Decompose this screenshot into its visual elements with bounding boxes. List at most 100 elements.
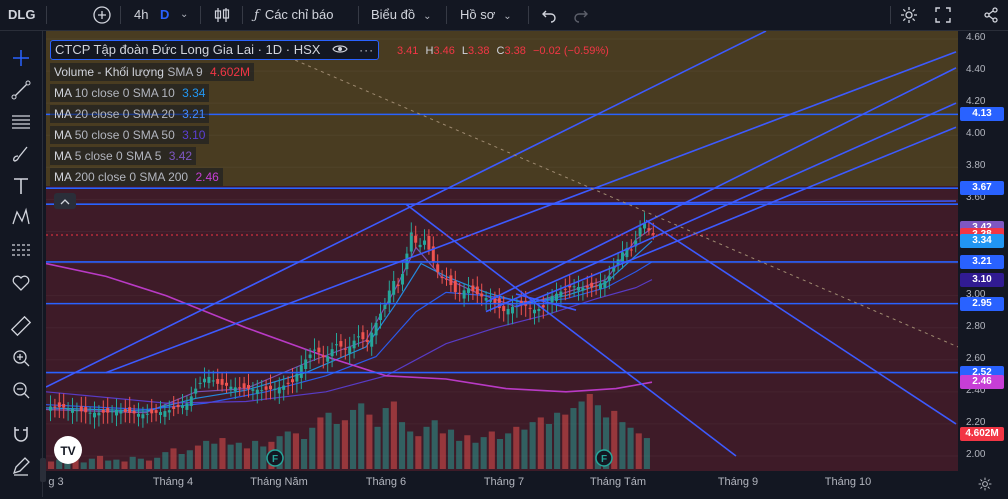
earnings-marker[interactable]: F bbox=[266, 449, 284, 467]
interval-dropdown-icon[interactable]: ⌄ bbox=[180, 0, 188, 30]
candle-body bbox=[383, 304, 387, 309]
price-axis[interactable]: 4.60 4.40 4.20 4.00 3.80 3.60 3.00 2.80 2.60 2.40… bbox=[958, 31, 1008, 471]
volume-bar bbox=[350, 409, 357, 469]
volume-bar bbox=[578, 401, 585, 469]
candle-body bbox=[211, 380, 215, 382]
pattern-tool[interactable] bbox=[6, 205, 36, 231]
volume-bar bbox=[170, 448, 177, 469]
volume-bar bbox=[472, 442, 479, 469]
earnings-marker[interactable]: F bbox=[595, 449, 613, 467]
candle-body bbox=[550, 296, 554, 303]
time-label: Tháng Năm bbox=[250, 476, 308, 488]
volume-bar bbox=[80, 462, 87, 469]
axis-settings-button[interactable] bbox=[974, 474, 996, 494]
volume-bar bbox=[390, 401, 397, 469]
price-tick: 2.00 bbox=[966, 449, 986, 460]
magnet-icon bbox=[14, 427, 28, 442]
candle-body bbox=[150, 409, 154, 414]
compare-button[interactable] bbox=[92, 0, 112, 30]
chart-style-button[interactable] bbox=[212, 0, 232, 30]
zoom-in-tool[interactable] bbox=[6, 345, 36, 371]
volume-bar bbox=[407, 431, 414, 469]
price-tick: 4.00 bbox=[966, 128, 986, 140]
candle-body bbox=[79, 406, 83, 412]
volume-bar bbox=[431, 420, 438, 469]
candle-body bbox=[559, 291, 563, 297]
volume-bar bbox=[96, 455, 104, 469]
settings-button[interactable] bbox=[899, 0, 919, 30]
text-tool[interactable] bbox=[6, 173, 36, 199]
lock-drawings-tool[interactable] bbox=[6, 453, 36, 479]
volume-bar bbox=[537, 417, 544, 469]
volume-bar bbox=[382, 408, 389, 469]
candle-body bbox=[163, 411, 167, 417]
favorites-tool[interactable] bbox=[6, 269, 36, 295]
candle-body bbox=[343, 348, 347, 350]
volume-bar bbox=[178, 454, 185, 469]
candle-body bbox=[533, 309, 536, 314]
indicator-row-ma10[interactable]: MA 10 close 0 SMA 10 3.34 bbox=[50, 84, 210, 102]
share-button[interactable] bbox=[982, 0, 1000, 30]
magnet-tool[interactable] bbox=[6, 421, 36, 447]
candle-body bbox=[502, 306, 506, 312]
indicator-row-ma5[interactable]: MA 5 close 0 SMA 5 3.42 bbox=[50, 147, 197, 165]
profile-button[interactable]: Hồ sơ ⌄ bbox=[460, 0, 512, 30]
indicator-row-volume[interactable]: Volume - Khối lượng SMA 9 4.602M bbox=[50, 63, 255, 81]
more-options-icon[interactable]: ··· bbox=[359, 43, 374, 57]
candle-body bbox=[49, 406, 52, 411]
volume-bar bbox=[496, 439, 504, 469]
eye-icon[interactable] bbox=[332, 43, 348, 55]
volume-bar bbox=[635, 433, 642, 469]
candle-body bbox=[475, 286, 479, 295]
legend-collapse-button[interactable] bbox=[54, 193, 76, 209]
candle-body bbox=[414, 235, 418, 243]
chart-pane[interactable]: F F TV CTCP Tập đoàn Đức Long Gia Lai · … bbox=[46, 31, 958, 471]
legend-title-row[interactable]: CTCP Tập đoàn Đức Long Gia Lai · 1D · HS… bbox=[50, 40, 380, 60]
candle-body bbox=[145, 413, 149, 415]
volume-bar bbox=[219, 438, 226, 469]
low-value: 3.38 bbox=[468, 45, 490, 57]
candle-body bbox=[291, 379, 294, 383]
symbol-search-button[interactable]: DLG bbox=[8, 0, 35, 30]
fullscreen-button[interactable] bbox=[934, 0, 952, 30]
candle-body bbox=[88, 412, 92, 414]
brush-tool[interactable] bbox=[6, 141, 36, 167]
crosshair-tool[interactable] bbox=[6, 45, 36, 71]
indicators-button[interactable]: ƒ Các chỉ báo bbox=[254, 0, 333, 30]
time-axis[interactable]: g 3 Tháng 4 Tháng Năm Tháng 6 Tháng 7 Tháng T… bbox=[46, 471, 958, 497]
indicator-row-ma50[interactable]: MA 50 close 0 SMA 50 3.10 bbox=[50, 126, 210, 144]
candle-body bbox=[260, 390, 264, 392]
ruler-tool[interactable] bbox=[6, 313, 36, 339]
candle-body bbox=[115, 409, 118, 416]
interval-flag[interactable]: D bbox=[160, 0, 169, 30]
candle-body bbox=[330, 349, 334, 357]
candle-body bbox=[106, 408, 110, 413]
candle-body bbox=[647, 228, 651, 231]
zoom-out-tool[interactable] bbox=[6, 377, 36, 403]
candle-body bbox=[123, 409, 127, 412]
volume-bar bbox=[186, 450, 193, 469]
layout-button[interactable]: Biểu đồ ⌄ bbox=[371, 0, 431, 30]
indicator-row-ma20[interactable]: MA 20 close 0 SMA 20 3.21 bbox=[50, 105, 210, 123]
indicator-row-ma200[interactable]: MA 200 close 0 SMA 200 2.46 bbox=[50, 168, 223, 186]
volume-bar bbox=[570, 408, 577, 469]
trendline-tool[interactable] bbox=[6, 77, 36, 103]
time-label: g 3 bbox=[48, 476, 64, 488]
tradingview-logo[interactable]: TV bbox=[54, 436, 82, 464]
candle-body bbox=[401, 273, 404, 285]
layout-label: Biểu đồ bbox=[371, 7, 416, 22]
candle-body bbox=[396, 284, 400, 286]
volume-bar bbox=[235, 442, 242, 469]
indicator-name: MA bbox=[54, 86, 72, 100]
candle-body bbox=[295, 373, 299, 382]
redo-button[interactable] bbox=[572, 0, 590, 30]
fib-tool[interactable] bbox=[6, 109, 36, 135]
measure-tool[interactable] bbox=[6, 237, 36, 263]
candle-body bbox=[392, 280, 396, 295]
undo-button[interactable] bbox=[540, 0, 558, 30]
candle-body bbox=[304, 359, 308, 370]
price-label: 3.34 bbox=[960, 234, 1004, 249]
price-label: 3.10 bbox=[960, 272, 1004, 287]
interval-button[interactable]: 4h bbox=[134, 0, 148, 30]
time-label: Tháng 4 bbox=[152, 476, 194, 488]
